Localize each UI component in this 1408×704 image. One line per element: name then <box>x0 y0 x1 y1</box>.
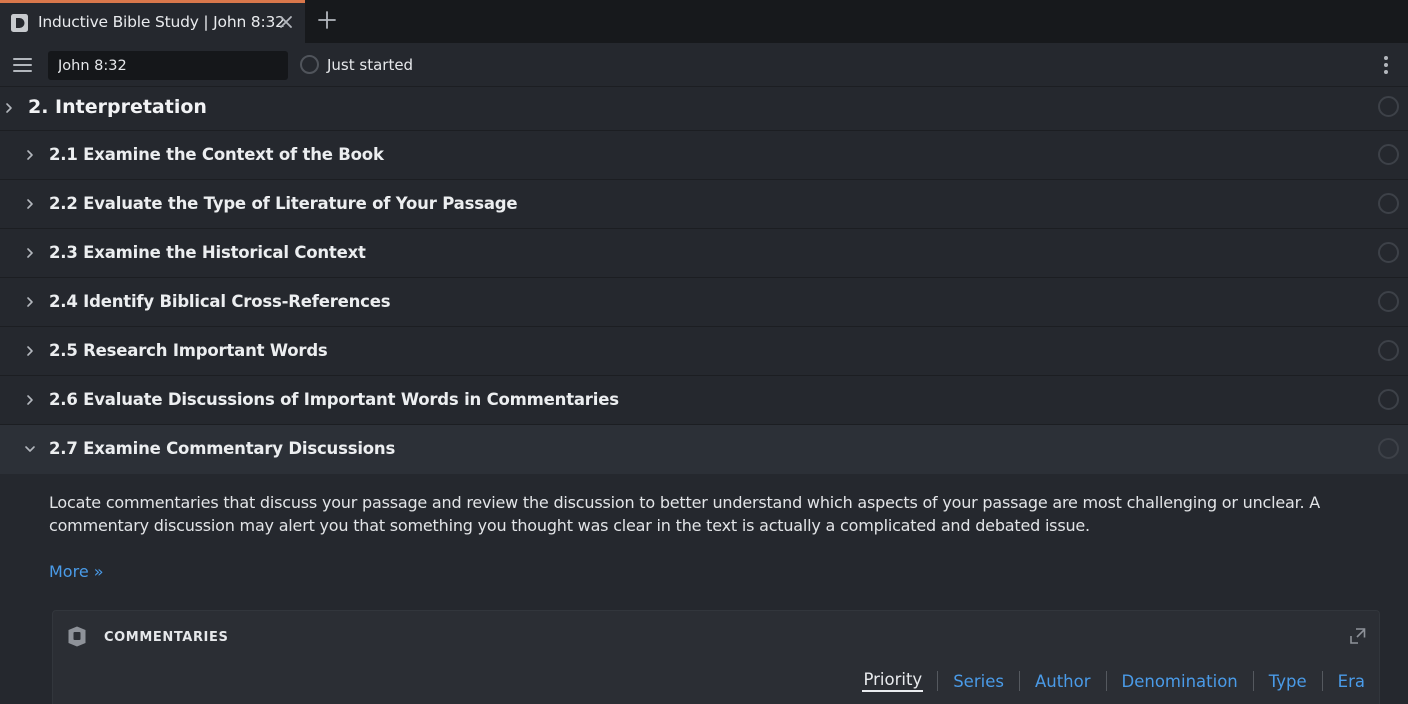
hamburger-menu-icon[interactable] <box>13 57 32 73</box>
more-options-icon[interactable] <box>1380 55 1392 75</box>
popout-icon[interactable] <box>1349 627 1367 645</box>
toolbar: Just started <box>0 43 1408 87</box>
chevron-right-icon <box>27 297 33 307</box>
panel-title: COMMENTARIES <box>104 630 229 645</box>
chevron-right-icon <box>6 103 12 113</box>
status-text: Just started <box>327 56 414 74</box>
chevron-down-icon <box>25 446 35 452</box>
tab-bar: Inductive Bible Study | John 8:32 <box>0 0 1408 43</box>
step-label: 2.1 Examine the Context of the Book <box>49 145 384 164</box>
tab-title: Inductive Bible Study | John 8:32 <box>38 13 285 31</box>
step-label: 2.2 Evaluate the Type of Literature of Y… <box>49 194 518 213</box>
sort-priority[interactable]: Priority <box>862 670 924 692</box>
section-complete-circle-icon[interactable] <box>1378 96 1399 117</box>
step-description: Locate commentaries that discuss your pa… <box>49 493 1321 535</box>
reference-input[interactable] <box>48 51 288 80</box>
separator <box>1321 671 1323 691</box>
step-row-2-4[interactable]: 2.4 Identify Biblical Cross-References <box>0 278 1408 327</box>
chevron-right-icon <box>27 199 33 209</box>
separator <box>937 671 939 691</box>
step-label: 2.5 Research Important Words <box>49 341 328 360</box>
section-interpretation[interactable]: 2. Interpretation <box>0 88 1408 131</box>
separator <box>1105 671 1107 691</box>
commentaries-panel: COMMENTARIES Priority Series Author Deno… <box>52 610 1380 704</box>
step-row-2-1[interactable]: 2.1 Examine the Context of the Book <box>0 131 1408 180</box>
step-row-2-7[interactable]: 2.7 Examine Commentary Discussions <box>0 425 1408 474</box>
status-circle-icon[interactable] <box>300 55 319 74</box>
sort-series[interactable]: Series <box>952 672 1005 691</box>
step-complete-circle-icon[interactable] <box>1378 340 1399 361</box>
sort-options: Priority Series Author Denomination Type… <box>862 669 1366 693</box>
commentary-book-icon <box>68 626 86 647</box>
chevron-right-icon <box>27 346 33 356</box>
step-complete-circle-icon[interactable] <box>1378 438 1399 459</box>
separator <box>1018 671 1020 691</box>
close-icon[interactable] <box>277 13 295 31</box>
step-complete-circle-icon[interactable] <box>1378 242 1399 263</box>
step-complete-circle-icon[interactable] <box>1378 291 1399 312</box>
step-row-2-3[interactable]: 2.3 Examine the Historical Context <box>0 229 1408 278</box>
separator <box>1252 671 1254 691</box>
step-label: 2.4 Identify Biblical Cross-References <box>49 292 391 311</box>
sort-denomination[interactable]: Denomination <box>1121 672 1239 691</box>
section-title: 2. Interpretation <box>28 96 207 118</box>
sort-author[interactable]: Author <box>1034 672 1092 691</box>
plus-icon[interactable] <box>318 11 336 29</box>
sort-era[interactable]: Era <box>1337 672 1366 691</box>
tab-inductive-bible-study[interactable]: Inductive Bible Study | John 8:32 <box>0 0 305 43</box>
step-label: 2.7 Examine Commentary Discussions <box>49 439 396 458</box>
step-row-2-5[interactable]: 2.5 Research Important Words <box>0 327 1408 376</box>
more-link[interactable]: More » <box>49 562 104 581</box>
step-label: 2.6 Evaluate Discussions of Important Wo… <box>49 390 619 409</box>
step-complete-circle-icon[interactable] <box>1378 193 1399 214</box>
step-label: 2.3 Examine the Historical Context <box>49 243 366 262</box>
step-complete-circle-icon[interactable] <box>1378 389 1399 410</box>
step-row-2-2[interactable]: 2.2 Evaluate the Type of Literature of Y… <box>0 180 1408 229</box>
chevron-right-icon <box>27 395 33 405</box>
chevron-right-icon <box>27 248 33 258</box>
step-row-2-6[interactable]: 2.6 Evaluate Discussions of Important Wo… <box>0 376 1408 425</box>
chevron-right-icon <box>27 150 33 160</box>
step-complete-circle-icon[interactable] <box>1378 144 1399 165</box>
sort-type[interactable]: Type <box>1268 672 1308 691</box>
document-icon <box>11 14 28 32</box>
